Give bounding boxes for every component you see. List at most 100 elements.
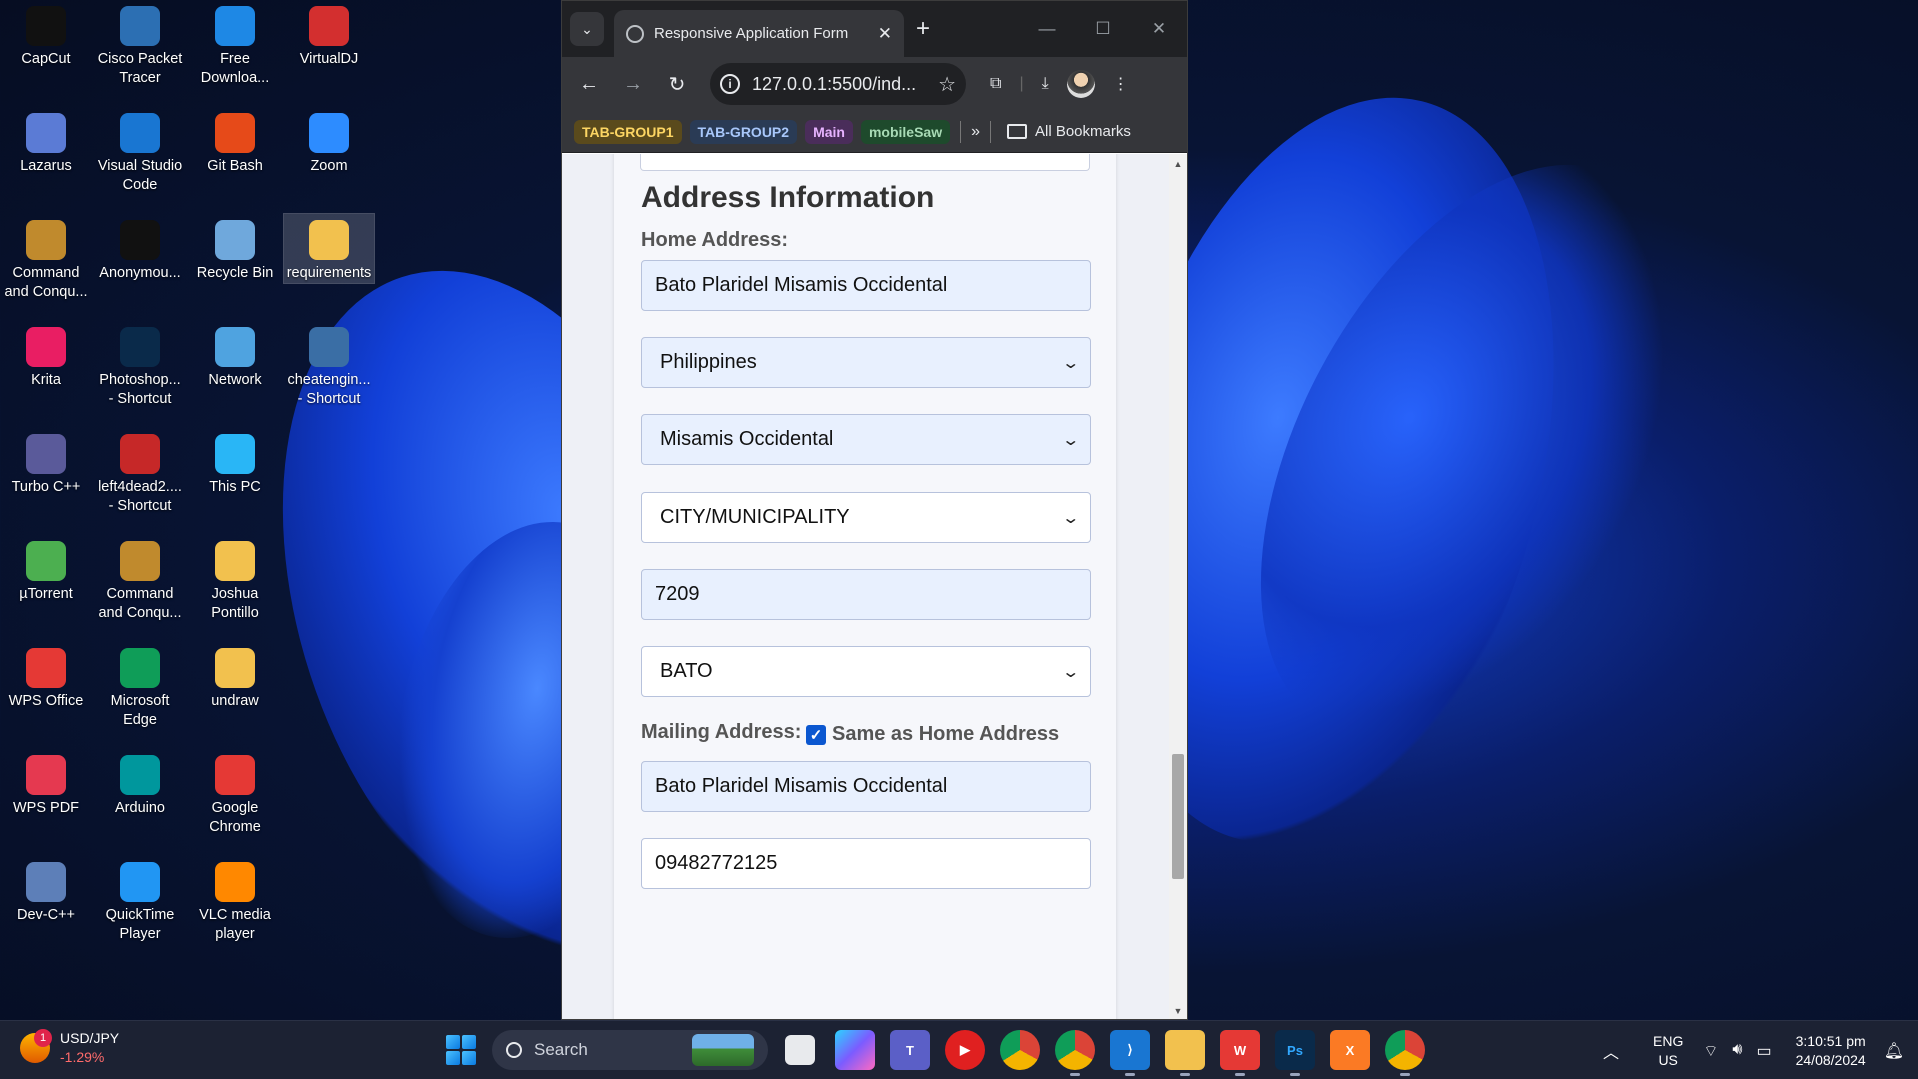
- bookmark-chip[interactable]: Main: [805, 119, 853, 144]
- bookmark-chip[interactable]: mobileSaw: [860, 119, 951, 144]
- bookmark-star-icon[interactable]: ☆: [938, 72, 956, 97]
- minimize-button[interactable]: —: [1019, 1, 1075, 57]
- tab-search-dropdown[interactable]: ⌄: [570, 12, 604, 46]
- close-tab-icon[interactable]: ✕: [878, 24, 892, 44]
- desktop-icon[interactable]: Git Bash: [190, 107, 280, 176]
- scroll-up-arrow-icon[interactable]: ▲: [1169, 156, 1187, 172]
- desktop-icon[interactable]: Command and Conqu...: [1, 214, 91, 302]
- close-window-button[interactable]: ✕: [1131, 1, 1187, 57]
- previous-input-field[interactable]: [640, 154, 1090, 171]
- quick-settings[interactable]: ⌔ 🔊︎ ▭: [1703, 1041, 1771, 1061]
- desktop-icon[interactable]: Lazarus: [1, 107, 91, 176]
- desktop-icon[interactable]: QuickTime Player: [95, 856, 185, 944]
- mailing-address-input[interactable]: Bato Plaridel Misamis Occidental: [641, 761, 1091, 812]
- chrome-icon[interactable]: [1000, 1030, 1040, 1070]
- desktop-icon[interactable]: Arduino: [95, 749, 185, 818]
- desktop-icon[interactable]: Command and Conqu...: [95, 535, 185, 623]
- start-button[interactable]: [446, 1035, 476, 1065]
- desktop-icon[interactable]: undraw: [190, 642, 280, 711]
- wps-office-icon[interactable]: W: [1220, 1030, 1260, 1076]
- desktop-icon[interactable]: requirements: [283, 213, 375, 284]
- back-button[interactable]: ←: [572, 67, 606, 101]
- same-as-home-checkbox[interactable]: ✓: [806, 724, 826, 745]
- stocks-widget[interactable]: 1 USD/JPY -1.29%: [20, 1029, 119, 1067]
- desktop-icon[interactable]: Free Downloa...: [190, 0, 280, 88]
- photoshop-icon[interactable]: Ps: [1275, 1030, 1315, 1076]
- desktop-icon[interactable]: Cisco Packet Tracer: [95, 0, 185, 88]
- chevron-down-icon: ⌄: [1060, 509, 1080, 527]
- show-hidden-icons[interactable]: ︿: [1603, 1039, 1619, 1063]
- menu-kebab-icon[interactable]: ⋮: [1113, 74, 1129, 94]
- city-select[interactable]: CITY/MUNICIPALITY ⌄: [641, 492, 1091, 543]
- desktop-icon[interactable]: Recycle Bin: [190, 214, 280, 283]
- desktop-icon-label: µTorrent: [19, 586, 73, 602]
- task-view-icon[interactable]: [785, 1035, 815, 1065]
- notification-bell-icon[interactable]: 🔔︎: [1884, 1041, 1904, 1061]
- desktop-icon[interactable]: This PC: [190, 428, 280, 497]
- all-bookmarks-button[interactable]: All Bookmarks: [1007, 123, 1131, 140]
- desktop-icon[interactable]: µTorrent: [1, 535, 91, 604]
- desktop-icon[interactable]: Zoom: [284, 107, 374, 176]
- language-indicator[interactable]: ENG US: [1653, 1032, 1683, 1070]
- profile-avatar[interactable]: [1066, 70, 1095, 98]
- desktop-icon[interactable]: Visual Studio Code: [95, 107, 185, 195]
- active-tab[interactable]: Responsive Application Form ✕: [614, 10, 904, 57]
- maximize-button[interactable]: ☐: [1075, 1, 1131, 57]
- chrome-active-icon[interactable]: [1385, 1030, 1425, 1076]
- zip-code-input[interactable]: 7209: [641, 569, 1091, 620]
- desktop-icon[interactable]: Anonymou...: [95, 214, 185, 283]
- barangay-select[interactable]: BATO ⌄: [641, 646, 1091, 697]
- extensions-icon[interactable]: ⧉: [990, 75, 1001, 93]
- bookmark-chip[interactable]: TAB-GROUP2: [689, 119, 798, 144]
- clock[interactable]: 3:10:51 pm 24/08/2024: [1796, 1032, 1866, 1070]
- province-select[interactable]: Misamis Occidental ⌄: [641, 414, 1091, 465]
- desktop-icon[interactable]: Turbo C++: [1, 428, 91, 497]
- desktop-icon[interactable]: Dev-C++: [1, 856, 91, 925]
- desktop-icon[interactable]: cheatengin... - Shortcut: [284, 321, 374, 409]
- window-controls: — ☐ ✕: [1019, 1, 1187, 57]
- desktop-icon[interactable]: WPS Office: [1, 642, 91, 711]
- desktop-icon[interactable]: Krita: [1, 321, 91, 390]
- url-text: 127.0.0.1:5500/ind...: [752, 73, 917, 94]
- desktop-icon[interactable]: Microsoft Edge: [95, 642, 185, 730]
- same-as-home-option[interactable]: ✓ Same as Home Address: [806, 723, 1059, 746]
- desktop-icon[interactable]: CapCut: [1, 0, 91, 69]
- bookmark-chip[interactable]: TAB-GROUP1: [574, 119, 682, 144]
- desktop-icon[interactable]: Joshua Pontillo: [190, 535, 280, 623]
- desktop-icon[interactable]: Photoshop... - Shortcut: [95, 321, 185, 409]
- teams-icon[interactable]: T: [890, 1030, 930, 1070]
- scrollbar-thumb[interactable]: [1172, 754, 1184, 879]
- desktop-icon[interactable]: VLC media player: [190, 856, 280, 944]
- site-info-icon[interactable]: i: [720, 74, 740, 94]
- desktop-icon[interactable]: left4dead2.... - Shortcut: [95, 428, 185, 516]
- desktop-icon[interactable]: Network: [190, 321, 280, 390]
- reload-button[interactable]: ↻: [660, 67, 694, 101]
- copilot-icon[interactable]: [835, 1030, 875, 1070]
- country-select[interactable]: Philippines ⌄: [641, 337, 1091, 388]
- browser-window: ⌄ Responsive Application Form ✕ + — ☐ ✕ …: [561, 0, 1188, 1020]
- vscode-icon[interactable]: ⟩: [1110, 1030, 1150, 1076]
- wps-pdf-icon: [26, 755, 66, 795]
- desktop-icon[interactable]: WPS PDF: [1, 749, 91, 818]
- desktop-icon[interactable]: Google Chrome: [190, 749, 280, 837]
- folder-icon: [215, 541, 255, 581]
- desktop-icon-label: Network: [208, 372, 262, 388]
- file-explorer-icon[interactable]: [1165, 1030, 1205, 1076]
- chrome-profile-icon[interactable]: [1055, 1030, 1095, 1076]
- home-address-input[interactable]: Bato Plaridel Misamis Occidental: [641, 260, 1091, 311]
- phone-input[interactable]: 09482772125: [641, 838, 1091, 889]
- scroll-down-arrow-icon[interactable]: ▼: [1169, 1003, 1187, 1019]
- mailing-address-label: Mailing Address:: [641, 721, 802, 743]
- youtube-music-icon[interactable]: ▶: [945, 1030, 985, 1070]
- more-bookmarks-icon[interactable]: »: [971, 123, 980, 141]
- page-scrollbar[interactable]: ▲ ▼: [1169, 154, 1187, 1019]
- new-tab-button[interactable]: +: [916, 15, 930, 43]
- download-icon[interactable]: ⤓: [1042, 75, 1049, 93]
- network-icon: [215, 327, 255, 367]
- xampp-icon[interactable]: X: [1330, 1030, 1370, 1070]
- desktop-icon[interactable]: VirtualDJ: [284, 0, 374, 69]
- forward-button[interactable]: →: [616, 67, 650, 101]
- address-bar[interactable]: i 127.0.0.1:5500/ind... ☆: [710, 63, 966, 105]
- lang-bottom: US: [1658, 1051, 1678, 1068]
- taskbar-search[interactable]: Search: [492, 1030, 768, 1070]
